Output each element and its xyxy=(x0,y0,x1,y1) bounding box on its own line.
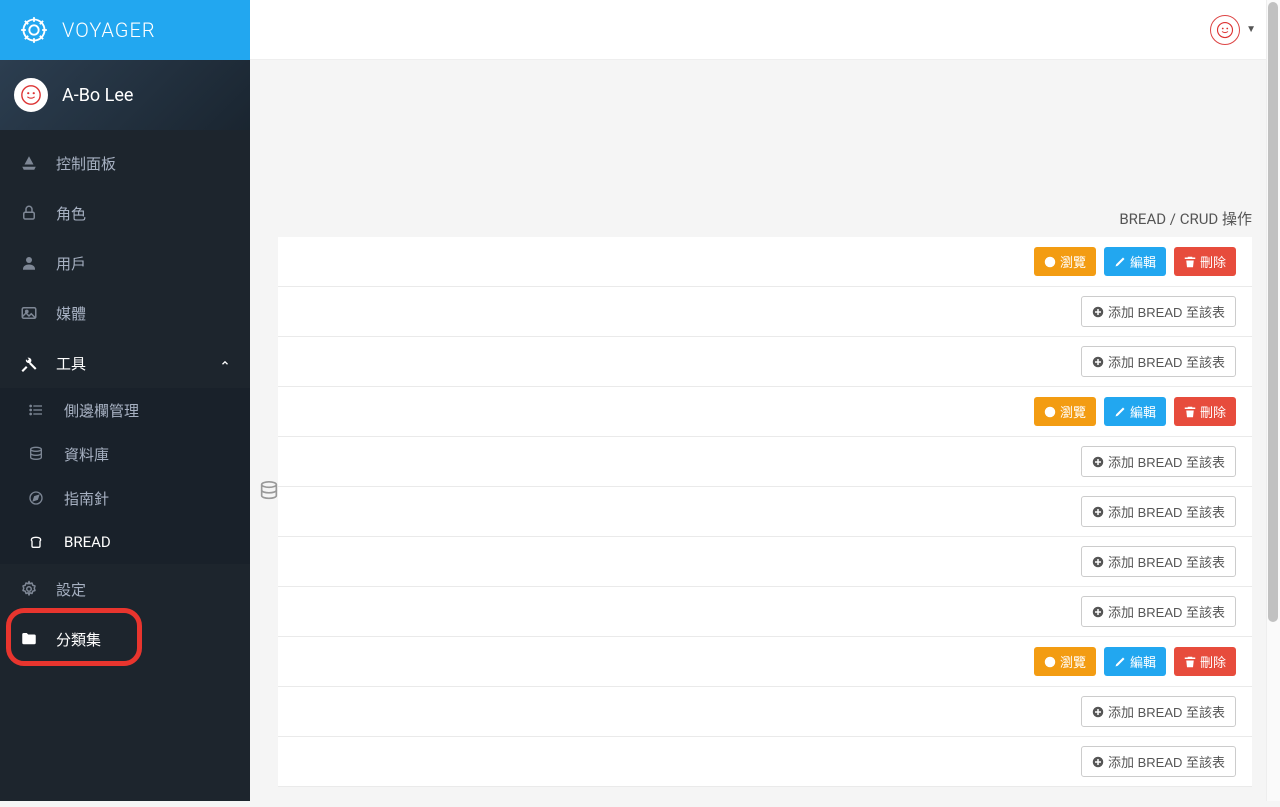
gear-icon xyxy=(20,580,38,598)
user-name: A-Bo Lee xyxy=(62,85,133,106)
nav-label: 分類集 xyxy=(56,629,230,650)
add-bread-button[interactable]: 添加 BREAD 至該表 xyxy=(1081,696,1236,727)
table-row: 添加 BREAD 至該表 xyxy=(278,587,1252,637)
nav-compass[interactable]: 指南針 xyxy=(0,476,250,520)
tools-subnav: 側邊欄管理 資料庫 指南針 BREAD xyxy=(0,388,250,564)
brand-label: VOYAGER xyxy=(62,18,156,42)
caret-down-icon[interactable]: ▼ xyxy=(1246,24,1256,35)
nav-roles[interactable]: 角色 xyxy=(0,188,250,238)
bread-icon xyxy=(28,534,44,550)
nav-label: 控制面板 xyxy=(56,153,230,174)
delete-button[interactable]: 刪除 xyxy=(1174,397,1236,426)
nav-label: 用戶 xyxy=(56,253,230,274)
image-icon xyxy=(20,304,38,322)
browse-button[interactable]: 瀏覽 xyxy=(1034,647,1096,676)
table-row: 添加 BREAD 至該表 xyxy=(278,437,1252,487)
database-icon xyxy=(28,446,44,462)
person-icon xyxy=(20,254,38,272)
nav-settings[interactable]: 設定 xyxy=(0,564,250,614)
list-icon xyxy=(28,402,44,418)
edit-button[interactable]: 編輯 xyxy=(1104,247,1166,276)
bread-table: BREAD / CRUD 操作 瀏覽 編輯 刪除 添加 BREAD 至該表 添加… xyxy=(278,200,1252,787)
table-row: 瀏覽 編輯 刪除 xyxy=(278,387,1252,437)
table-row: 瀏覽 編輯 刪除 xyxy=(278,237,1252,287)
avatar xyxy=(14,78,48,112)
nav-label: 工具 xyxy=(56,353,220,374)
nav-tools[interactable]: 工具 xyxy=(0,338,250,388)
nav-label: 資料庫 xyxy=(64,444,230,465)
add-bread-button[interactable]: 添加 BREAD 至該表 xyxy=(1081,346,1236,377)
nav-media[interactable]: 媒體 xyxy=(0,288,250,338)
table-row: 添加 BREAD 至該表 xyxy=(278,687,1252,737)
add-bread-button[interactable]: 添加 BREAD 至該表 xyxy=(1081,446,1236,477)
edit-button[interactable]: 編輯 xyxy=(1104,647,1166,676)
table-row: 添加 BREAD 至該表 xyxy=(278,287,1252,337)
folder-icon xyxy=(20,630,38,648)
tools-icon xyxy=(20,354,38,372)
sidebar-brand[interactable]: VOYAGER xyxy=(0,0,250,60)
compass-icon xyxy=(28,490,44,506)
table-row: 添加 BREAD 至該表 xyxy=(278,537,1252,587)
table-header-col-actions: BREAD / CRUD 操作 xyxy=(278,200,1252,237)
add-bread-button[interactable]: 添加 BREAD 至該表 xyxy=(1081,546,1236,577)
lock-icon xyxy=(20,204,38,222)
nav-label: 側邊欄管理 xyxy=(64,400,230,421)
table-row: 添加 BREAD 至該表 xyxy=(278,337,1252,387)
edit-button[interactable]: 編輯 xyxy=(1104,397,1166,426)
add-bread-button[interactable]: 添加 BREAD 至該表 xyxy=(1081,746,1236,777)
chevron-up-icon xyxy=(220,358,230,368)
nav-label: 指南針 xyxy=(64,488,230,509)
add-bread-button[interactable]: 添加 BREAD 至該表 xyxy=(1081,596,1236,627)
add-bread-button[interactable]: 添加 BREAD 至該表 xyxy=(1081,296,1236,327)
nav-label: 設定 xyxy=(56,579,230,600)
content: BREAD / CRUD 操作 瀏覽 編輯 刪除 添加 BREAD 至該表 添加… xyxy=(250,60,1280,807)
nav-label: 媒體 xyxy=(56,303,230,324)
nav-label: 角色 xyxy=(56,203,230,224)
boat-icon xyxy=(20,154,38,172)
add-bread-button[interactable]: 添加 BREAD 至該表 xyxy=(1081,496,1236,527)
user-avatar-small[interactable] xyxy=(1210,15,1240,45)
scrollbar-thumb[interactable] xyxy=(1268,2,1278,622)
main: ▼ BREAD / CRUD 操作 瀏覽 編輯 刪除 添加 BREAD 至該表 … xyxy=(250,0,1280,807)
nav-label: BREAD xyxy=(64,533,230,551)
database-hint-icon xyxy=(258,478,280,508)
table-row: 添加 BREAD 至該表 xyxy=(278,737,1252,787)
nav-dashboard[interactable]: 控制面板 xyxy=(0,138,250,188)
nav-category[interactable]: 分類集 xyxy=(0,614,250,664)
browse-button[interactable]: 瀏覽 xyxy=(1034,397,1096,426)
nav-bread[interactable]: BREAD xyxy=(0,520,250,564)
table-row: 瀏覽 編輯 刪除 xyxy=(278,637,1252,687)
sidebar: VOYAGER A-Bo Lee 控制面板 角色 用戶 媒體 工具 xyxy=(0,0,250,801)
scrollbar[interactable] xyxy=(1266,0,1280,801)
sidebar-nav: 控制面板 角色 用戶 媒體 工具 側邊欄管理 資料庫 xyxy=(0,130,250,664)
helm-icon xyxy=(20,16,48,44)
nav-menubuilder[interactable]: 側邊欄管理 xyxy=(0,388,250,432)
page-header xyxy=(278,80,1252,200)
nav-database[interactable]: 資料庫 xyxy=(0,432,250,476)
delete-button[interactable]: 刪除 xyxy=(1174,247,1236,276)
browse-button[interactable]: 瀏覽 xyxy=(1034,247,1096,276)
delete-button[interactable]: 刪除 xyxy=(1174,647,1236,676)
sidebar-user[interactable]: A-Bo Lee xyxy=(0,60,250,130)
topbar: ▼ xyxy=(250,0,1280,60)
table-row: 添加 BREAD 至該表 xyxy=(278,487,1252,537)
nav-users[interactable]: 用戶 xyxy=(0,238,250,288)
